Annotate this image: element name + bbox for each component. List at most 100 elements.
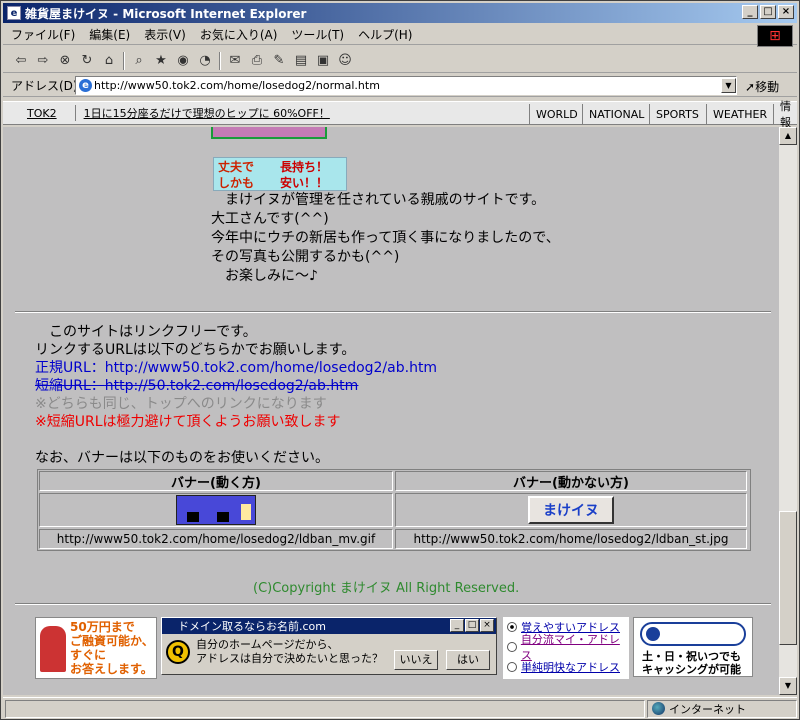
address-bar: アドレス(D) e http://www50.tok2.com/home/los… xyxy=(3,75,797,97)
banner-text-1b: 長持ち！ xyxy=(280,160,329,174)
history-icon[interactable]: ◔ xyxy=(197,53,213,69)
refresh-icon[interactable]: ↻ xyxy=(79,53,95,69)
link-free-text: このサイトはリンクフリーです。 xyxy=(35,324,257,340)
nav-info[interactable]: 情報 xyxy=(773,100,797,129)
intro-line: まけイヌが管理を任されている親戚のサイトです。 xyxy=(211,192,546,208)
page-content: 丈夫で 長持ち！ しかも 安い！！ まけイヌが管理を任されている親戚のサイトです… xyxy=(3,127,779,695)
mail-icon[interactable]: ✉ xyxy=(227,53,243,69)
window-title: 雑貨屋まけイヌ - Microsoft Internet Explorer xyxy=(25,6,307,21)
menu-favorites[interactable]: お気に入り(A) xyxy=(200,26,278,43)
yes-button[interactable]: はい xyxy=(446,650,490,670)
nav-weather[interactable]: WEATHER xyxy=(706,104,773,124)
address-input[interactable]: e http://www50.tok2.com/home/losedog2/no… xyxy=(75,76,737,95)
stop-icon[interactable]: ⊗ xyxy=(57,53,73,69)
copyright-text: (C)Copyright まけイヌ All Right Reserved. xyxy=(253,581,520,596)
divider xyxy=(15,311,771,313)
go-button[interactable]: ➚移動 xyxy=(745,78,779,95)
short-url-link[interactable]: http://50.tok2.com/losedog2/ab.htm xyxy=(105,378,359,394)
go-arrow-icon: ➚ xyxy=(745,80,756,94)
link-info-section: このサイトはリンクフリーです。 リンクするURLは以下のどちらかでお願いします。… xyxy=(35,323,437,467)
scroll-down-icon[interactable]: ▼ xyxy=(779,677,797,695)
loan-ad-text: すぐに xyxy=(70,648,107,662)
browser-window: e 雑貨屋まけイヌ - Microsoft Internet Explorer … xyxy=(0,0,800,720)
intro-line: お楽しみに～♪ xyxy=(211,268,318,284)
short-url-row: 短縮URL：http://50.tok2.com/losedog2/ab.htm xyxy=(35,377,437,395)
discuss-icon[interactable]: ▤ xyxy=(293,53,309,69)
official-url-label: 正規URL： xyxy=(35,360,105,376)
nav-national[interactable]: NATIONAL xyxy=(582,104,650,124)
menu-tools[interactable]: ツール(T) xyxy=(291,26,344,43)
vertical-scrollbar[interactable]: ▲ ▼ xyxy=(779,127,797,695)
edit-icon[interactable]: ✎ xyxy=(271,53,287,69)
links-bar: TOK2 1日に15分座るだけで理想のヒップに 60%OFF！ WORLD NA… xyxy=(3,100,797,129)
official-url-link[interactable]: http://www50.tok2.com/home/losedog2/ab.h… xyxy=(105,360,437,376)
address-dropdown-icon[interactable]: ▼ xyxy=(721,78,736,93)
intro-text: まけイヌが管理を任されている親戚のサイトです。 大工さんです(^^) 今年中にウチの… xyxy=(211,191,560,286)
banner-text-1a: 丈夫で xyxy=(218,160,255,174)
domain-ad-text: アドレスは自分で決めたいと思った？ xyxy=(196,652,383,665)
loan-ad-text: 50万円まで xyxy=(70,620,135,634)
scroll-up-icon[interactable]: ▲ xyxy=(779,127,797,145)
question-icon: Q xyxy=(166,640,190,664)
menu-edit[interactable]: 編集(E) xyxy=(89,26,130,43)
radio-option-1[interactable] xyxy=(507,622,517,632)
animated-banner-url: http://www50.tok2.com/home/losedog2/ldba… xyxy=(39,529,393,549)
link-request-text: リンクするURLは以下のどちらかでお願いします。 xyxy=(35,342,356,358)
print-icon[interactable]: ⎙ xyxy=(249,53,265,69)
domain-ad-banner[interactable]: ドメイン取るならお名前.com _ □ × Q 自分のホームページだから、 アドレス… xyxy=(161,617,497,675)
menu-help[interactable]: ヘルプ(H) xyxy=(358,26,412,43)
animated-banner-image[interactable] xyxy=(176,495,256,525)
printer-icon[interactable]: ▣ xyxy=(315,53,331,69)
scroll-thumb[interactable] xyxy=(779,511,797,645)
mascot-image xyxy=(40,626,66,672)
forward-icon[interactable]: ⇨ xyxy=(35,53,51,69)
intro-line: 大工さんです(^^) xyxy=(211,211,329,227)
address-url[interactable]: http://www50.tok2.com/home/losedog2/norm… xyxy=(94,79,380,92)
menu-view[interactable]: 表示(V) xyxy=(144,26,186,43)
cashing-ad-banner[interactable]: 土・日・祝いつでも キャッシングが可能 xyxy=(633,617,753,677)
menu-file[interactable]: ファイル(F) xyxy=(11,26,75,43)
tok2-link[interactable]: TOK2 xyxy=(3,107,75,120)
status-text xyxy=(5,699,645,718)
loan-ad-banner[interactable]: 50万円まで ご融資可能か、 すぐに お答えします。 xyxy=(35,617,157,679)
intro-line: その写真も公開するかも(^^) xyxy=(211,249,400,265)
toolbar: ⇦ ⇨ ⊗ ↻ ⌂ ⌕ ★ ◉ ◔ ✉ ⎙ ✎ ▤ ▣ ☺ xyxy=(3,49,797,73)
domain-ad-text: 自分のホームページだから、 xyxy=(196,638,339,651)
messenger-icon[interactable]: ☺ xyxy=(337,53,353,69)
favorites-icon[interactable]: ★ xyxy=(153,53,169,69)
ie-icon: e xyxy=(7,6,21,20)
nav-world[interactable]: WORLD xyxy=(529,104,584,124)
intro-line: 今年中にウチの新居も作って頂く事になりましたので、 xyxy=(211,230,560,246)
home-icon[interactable]: ⌂ xyxy=(101,53,117,69)
strong-cheap-banner: 丈夫で 長持ち！ しかも 安い！！ xyxy=(213,157,347,191)
same-link-note: ※どちらも同じ、トップへのリンクになります xyxy=(35,396,327,412)
radio-option-2[interactable] xyxy=(507,642,517,652)
search-icon[interactable]: ⌕ xyxy=(131,53,147,69)
banner-table: バナー(動く方) バナー(動かない方) まけイヌ http://www50.to… xyxy=(37,469,751,551)
zone-label: インターネット xyxy=(669,702,746,716)
no-button[interactable]: いいえ xyxy=(394,650,438,670)
media-icon[interactable]: ◉ xyxy=(175,53,191,69)
close-button[interactable]: × xyxy=(778,5,794,19)
radio-option-3[interactable] xyxy=(507,662,517,672)
title-bar: e 雑貨屋まけイヌ - Microsoft Internet Explorer … xyxy=(3,3,797,23)
static-banner-image[interactable]: まけイヌ xyxy=(528,496,614,524)
radio-label-3[interactable]: 単純明快なアドレス xyxy=(521,659,620,675)
nav-sports[interactable]: SPORTS xyxy=(649,104,705,124)
header-animated: バナー(動く方) xyxy=(39,471,393,491)
maximize-button[interactable]: □ xyxy=(760,5,776,19)
banner-text-2b: 安い！！ xyxy=(280,176,329,190)
ad-link[interactable]: 1日に15分座るだけで理想のヒップに 60%OFF！ xyxy=(74,105,330,121)
minimize-button[interactable]: _ xyxy=(742,5,758,19)
animated-banner-cell xyxy=(39,493,393,527)
go-label: 移動 xyxy=(755,80,780,94)
loan-ad-text: ご融資可能か、 xyxy=(70,634,154,648)
windows-logo-icon: ⊞ xyxy=(757,25,793,47)
static-banner-cell: まけイヌ xyxy=(395,493,747,527)
cashing-text: キャッシングが可能 xyxy=(642,663,741,676)
address-radio-group: 覚えやすいアドレス 自分流マイ・アドレス 単純明快なアドレス xyxy=(503,617,629,679)
back-icon[interactable]: ⇦ xyxy=(13,53,29,69)
header-static: バナー(動かない方) xyxy=(395,471,747,491)
static-banner-url: http://www50.tok2.com/home/losedog2/ldba… xyxy=(395,529,747,549)
loan-ad-text: お答えします。 xyxy=(70,662,153,676)
